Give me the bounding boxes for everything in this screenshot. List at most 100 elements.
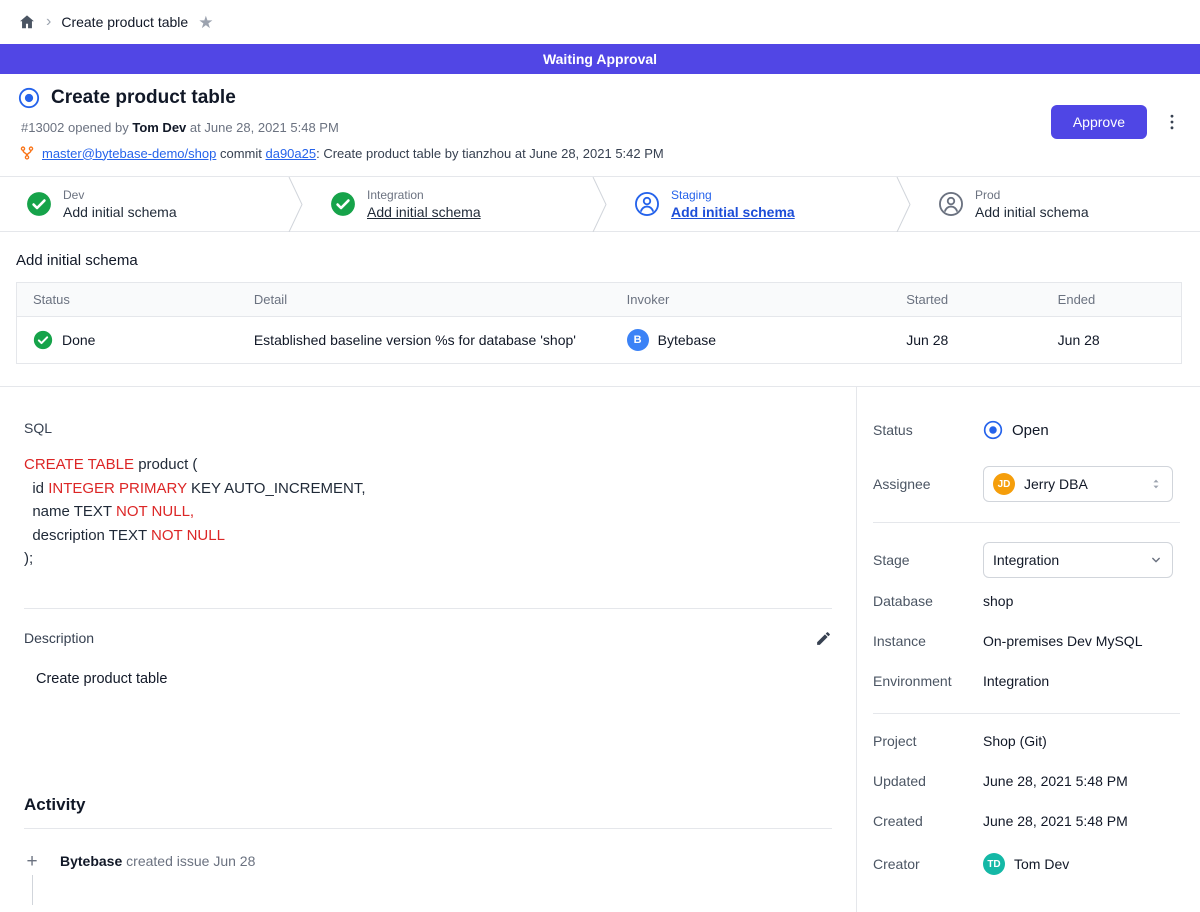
stage-env-label: Prod (975, 188, 1089, 202)
updated-value: June 28, 2021 5:48 PM (983, 773, 1128, 789)
chevron-right-icon: › (46, 14, 51, 30)
status-label: Status (873, 422, 983, 438)
edit-icon[interactable] (815, 630, 832, 647)
git-branch-icon (19, 145, 35, 161)
timeline-line (32, 875, 33, 905)
instance-value: On-premises Dev MySQL (983, 633, 1142, 649)
task-invoker: Bytebase (658, 332, 716, 348)
sql-line: ); (24, 547, 832, 571)
task-detail: Established baseline version %s for data… (238, 317, 611, 364)
assignee-avatar: JD (993, 473, 1015, 495)
stage-integration[interactable]: Integration Add initial schema (304, 177, 592, 231)
activity-action: created issue Jun 28 (126, 853, 255, 869)
instance-label: Instance (873, 633, 983, 649)
issue-header: Create product table #13002 opened by To… (0, 74, 1200, 177)
task-table-header: Status Detail Invoker Started Ended (17, 283, 1182, 317)
approve-button[interactable]: Approve (1051, 105, 1147, 139)
task-row[interactable]: Done Established baseline version %s for… (17, 317, 1182, 364)
database-row: Database shop (873, 593, 1180, 609)
environment-value: Integration (983, 673, 1049, 689)
main-content: SQL CREATE TABLE product ( id INTEGER PR… (0, 387, 1200, 912)
stage-task-link[interactable]: Add initial schema (975, 204, 1089, 220)
stage-env-label: Dev (63, 188, 177, 202)
created-value: June 28, 2021 5:48 PM (983, 813, 1128, 829)
creator-row: Creator TD Tom Dev (873, 853, 1180, 875)
created-row: Created June 28, 2021 5:48 PM (873, 813, 1180, 829)
timeline-node: + (24, 852, 40, 871)
commit-hash-link[interactable]: da90a25 (265, 146, 316, 161)
activity-actor: Bytebase (60, 853, 122, 869)
star-icon[interactable]: ★ (198, 14, 213, 31)
task-section: Add initial schema Status Detail Invoker… (0, 232, 1200, 387)
task-heading: Add initial schema (16, 252, 1182, 269)
sql-code[interactable]: CREATE TABLE product ( id INTEGER PRIMAR… (24, 453, 832, 571)
home-icon[interactable] (18, 13, 36, 31)
commit-message: : Create product table by tianzhou at Ju… (316, 146, 664, 161)
creator-label: Creator (873, 856, 983, 872)
issue-opened-time: at June 28, 2021 5:48 PM (190, 120, 339, 135)
breadcrumb: › Create product table ★ (0, 0, 1200, 44)
stage-staging[interactable]: Staging Add initial schema (608, 177, 896, 231)
database-value[interactable]: shop (983, 593, 1013, 609)
check-circle-icon (33, 330, 53, 350)
approval-banner: Waiting Approval (0, 44, 1200, 74)
description-label: Description (24, 630, 94, 646)
divider (24, 828, 832, 829)
project-value[interactable]: Shop (Git) (983, 733, 1047, 749)
column-ended: Ended (1042, 283, 1182, 317)
issue-open-icon (18, 87, 40, 109)
plus-icon[interactable]: + (26, 851, 37, 872)
task-ended: Jun 28 (1042, 317, 1182, 364)
divider (873, 522, 1180, 523)
stage-env-label: Integration (367, 188, 481, 202)
issue-body: SQL CREATE TABLE product ( id INTEGER PR… (0, 387, 856, 912)
check-circle-icon (26, 191, 52, 217)
person-circle-icon (634, 191, 660, 217)
column-detail: Detail (238, 283, 611, 317)
description-header: Description (24, 630, 832, 647)
pipeline-stages: Dev Add initial schema Integration Add i… (0, 177, 1200, 232)
activity-entry: + Bytebase created issue Jun 28 (24, 852, 832, 871)
sql-line: description TEXT NOT NULL (24, 524, 832, 548)
invoker-avatar: B (627, 329, 649, 351)
environment-label: Environment (873, 673, 983, 689)
project-label: Project (873, 733, 983, 749)
divider (24, 608, 832, 609)
check-circle-icon (330, 191, 356, 217)
chevron-down-icon (1148, 552, 1164, 568)
stage-task-link[interactable]: Add initial schema (63, 204, 177, 220)
updated-label: Updated (873, 773, 983, 789)
stage-task-link[interactable]: Add initial schema (671, 204, 795, 220)
person-circle-icon (938, 191, 964, 217)
commit-info: master@bytebase-demo/shop commit da90a25… (19, 145, 664, 161)
creator-value: TD Tom Dev (983, 853, 1069, 875)
issue-id-opened: #13002 opened by (21, 120, 129, 135)
stage-dev[interactable]: Dev Add initial schema (0, 177, 288, 231)
column-started: Started (890, 283, 1041, 317)
stage-row: Stage Integration (873, 542, 1180, 578)
stage-prod[interactable]: Prod Add initial schema (912, 177, 1200, 231)
issue-sidebar: Status Open Assignee JD Jerry DBA Stage (856, 387, 1200, 912)
assignee-name: Jerry DBA (1024, 476, 1139, 492)
environment-row: Environment Integration (873, 673, 1180, 689)
selector-icon (1148, 476, 1164, 492)
creator-avatar: TD (983, 853, 1005, 875)
instance-row: Instance On-premises Dev MySQL (873, 633, 1180, 649)
repo-link[interactable]: master@bytebase-demo/shop (42, 146, 216, 161)
database-label: Database (873, 593, 983, 609)
task-status: Done (62, 332, 95, 348)
open-status-icon (983, 420, 1003, 440)
assignee-select[interactable]: JD Jerry DBA (983, 466, 1173, 502)
more-menu-icon[interactable] (1162, 112, 1182, 132)
sql-line: id INTEGER PRIMARY KEY AUTO_INCREMENT, (24, 477, 832, 501)
column-status: Status (17, 283, 238, 317)
stage-task-link[interactable]: Add initial schema (367, 204, 481, 220)
commit-text: master@bytebase-demo/shop commit da90a25… (42, 146, 664, 161)
stage-value: Integration (993, 552, 1139, 568)
sql-line: name TEXT NOT NULL, (24, 500, 832, 524)
creator-name: Tom Dev (1014, 856, 1069, 872)
task-table: Status Detail Invoker Started Ended Done… (16, 282, 1182, 364)
activity-heading: Activity (24, 795, 832, 815)
stage-select[interactable]: Integration (983, 542, 1173, 578)
breadcrumb-current: Create product table (61, 14, 188, 30)
